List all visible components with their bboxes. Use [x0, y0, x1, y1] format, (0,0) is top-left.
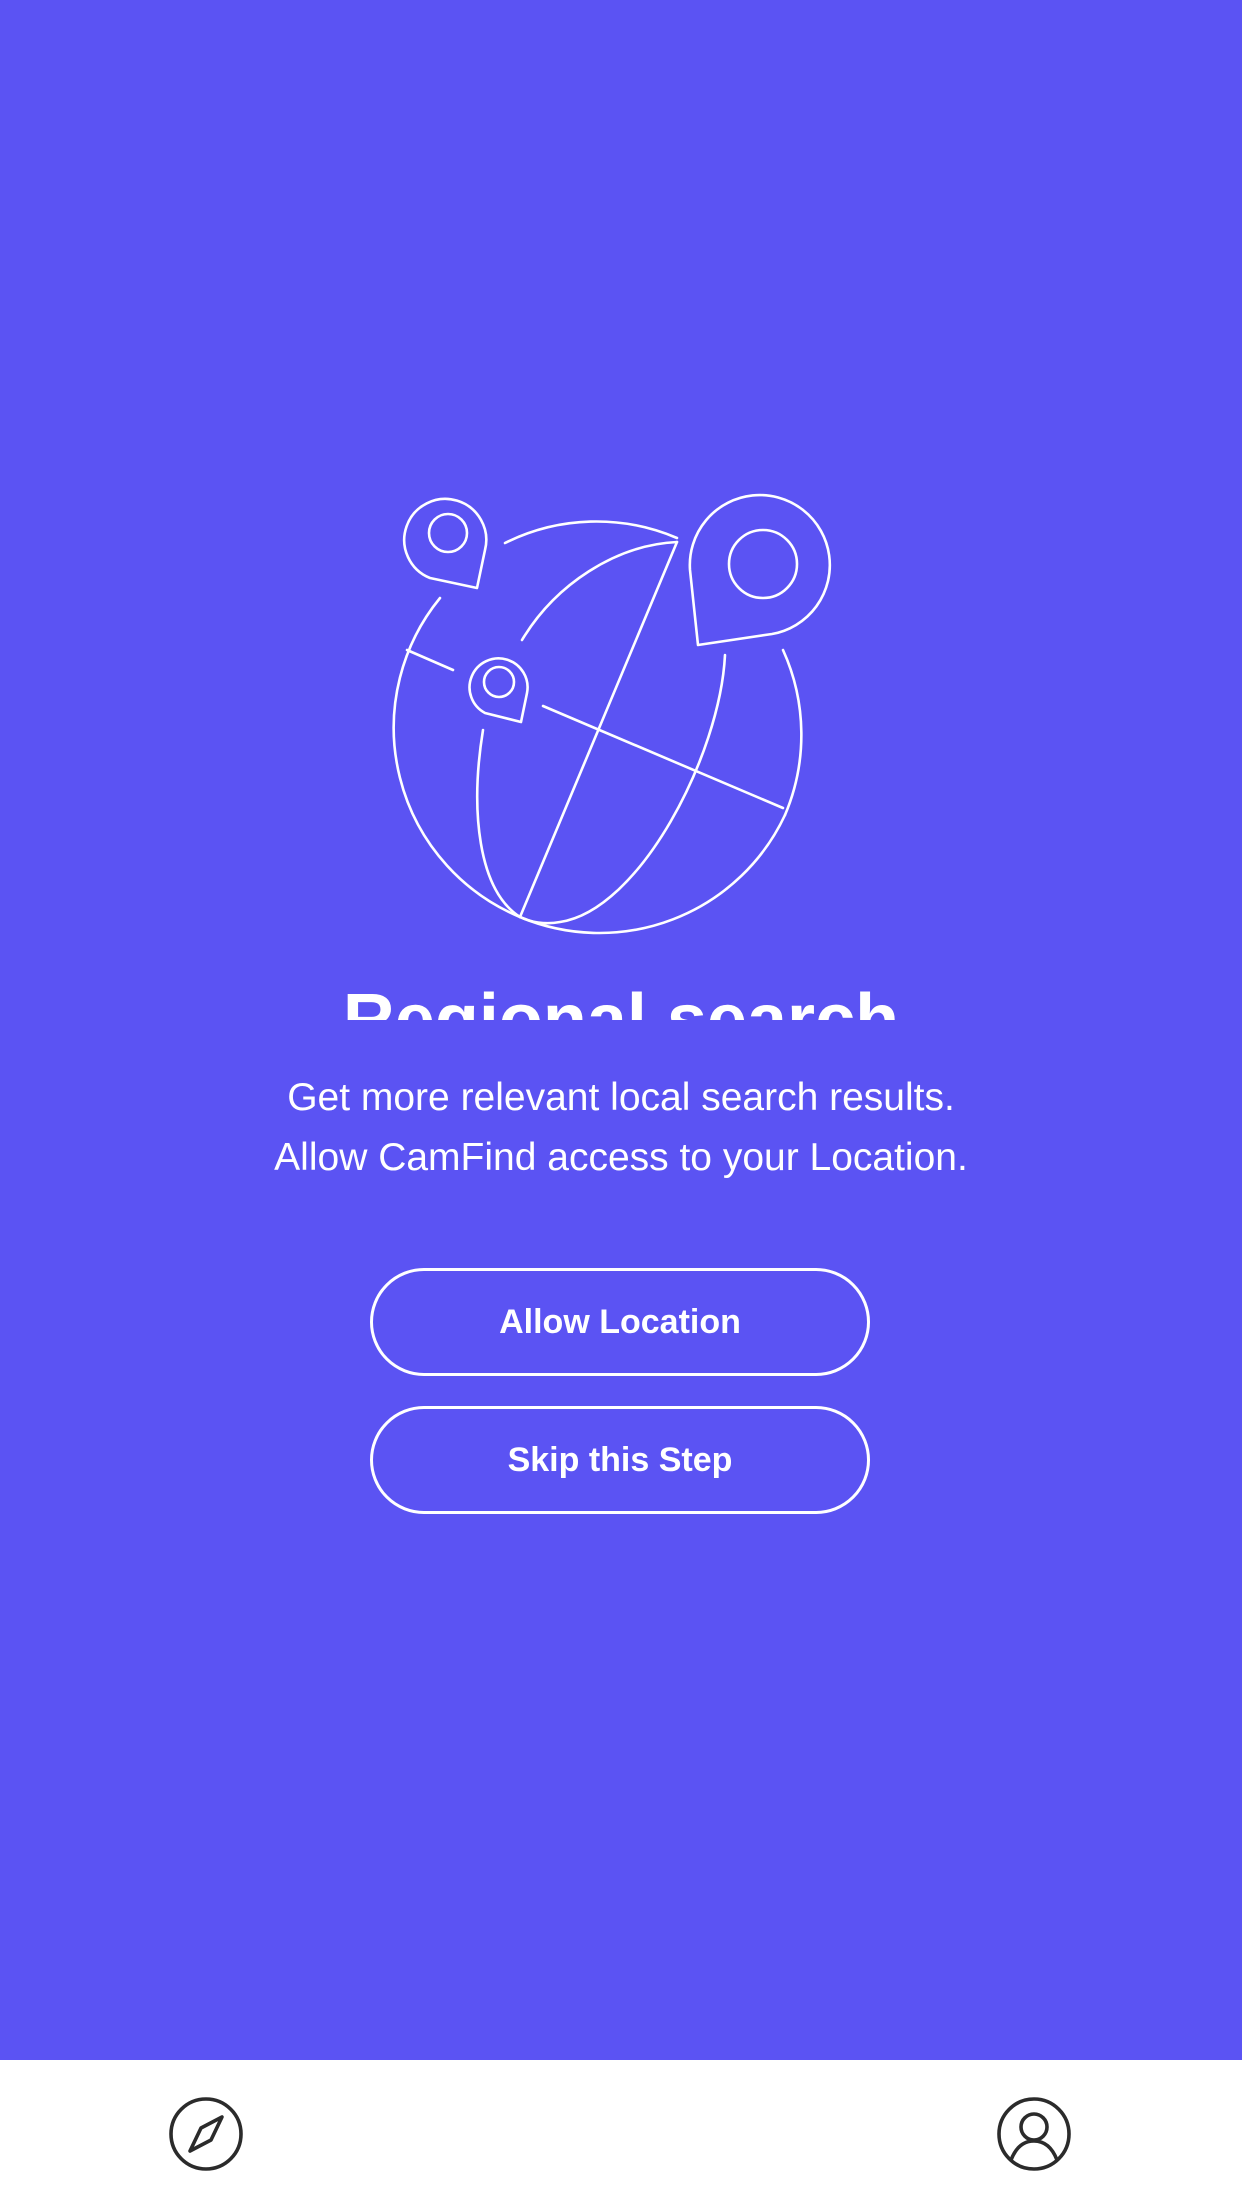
profile-icon[interactable] — [994, 2094, 1074, 2174]
globe-with-location-pins-icon — [385, 490, 840, 940]
page-title: Regional search — [342, 980, 900, 1020]
skip-step-button[interactable]: Skip this Step — [370, 1406, 870, 1514]
description-line: Allow CamFind access to your Location. — [274, 1136, 968, 1179]
onboarding-screen: Regional search Get more relevant local … — [0, 0, 1242, 2060]
description-line: Get more relevant local search results. — [287, 1076, 955, 1119]
description: Get more relevant local search results. … — [0, 1068, 1242, 1188]
skip-step-label: Skip this Step — [507, 1440, 733, 1479]
allow-location-button[interactable]: Allow Location — [370, 1268, 870, 1376]
allow-location-label: Allow Location — [499, 1302, 741, 1341]
tab-bar — [0, 2060, 1242, 2208]
compass-icon[interactable] — [166, 2094, 246, 2174]
title-container: Regional search — [0, 960, 1242, 1020]
